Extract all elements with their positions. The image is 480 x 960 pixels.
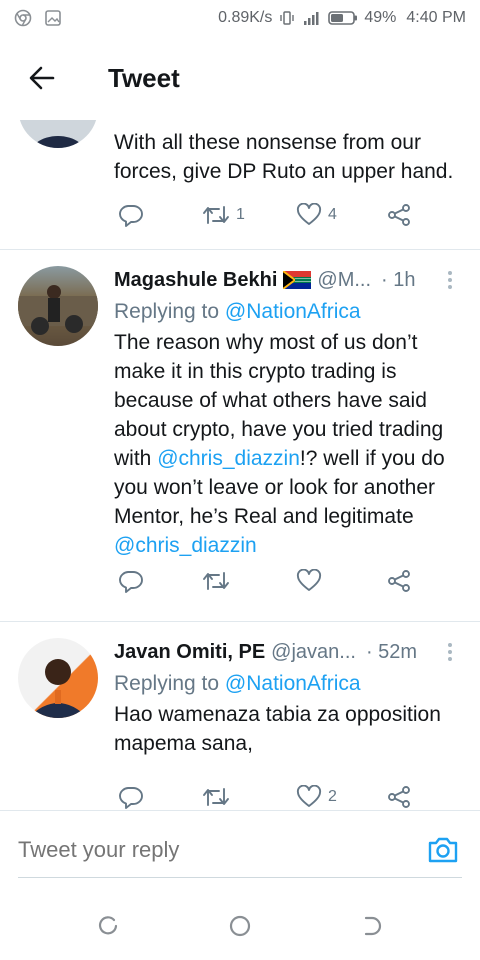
tweet-actions: 2 bbox=[114, 782, 414, 810]
author-handle[interactable]: @javan... bbox=[271, 641, 356, 664]
flag-icon bbox=[283, 271, 312, 289]
like-icon bbox=[296, 785, 322, 807]
recent-apps-icon bbox=[98, 916, 118, 935]
back-nav-button[interactable] bbox=[358, 912, 386, 940]
like-button[interactable] bbox=[296, 569, 322, 593]
tweet-item[interactable]: Magashule Bekhi @M... · 1h Replying to @… bbox=[0, 250, 480, 622]
app-bar: Tweet bbox=[0, 36, 480, 120]
more-options-button[interactable] bbox=[438, 266, 462, 294]
like-count: 4 bbox=[328, 206, 337, 223]
mention-link[interactable]: @chris_diazzin bbox=[157, 447, 300, 470]
tweet-actions bbox=[114, 566, 414, 596]
tweet-time[interactable]: · 1h bbox=[381, 269, 415, 292]
tweet-meta: Magashule Bekhi @M... · 1h bbox=[114, 266, 462, 294]
tweet-item[interactable]: Javan Omiti, PE @javan... · 52m Replying… bbox=[0, 622, 480, 810]
like-button[interactable]: 4 bbox=[296, 203, 337, 227]
tweet-item[interactable]: With all these nonsense from our forces,… bbox=[0, 112, 480, 250]
reply-input[interactable] bbox=[18, 833, 418, 867]
avatar[interactable] bbox=[18, 638, 98, 718]
reply-to-mention[interactable]: @NationAfrica bbox=[225, 672, 361, 695]
tweet-text: The reason why most of us don’t make it … bbox=[114, 328, 462, 560]
home-icon bbox=[229, 915, 251, 937]
system-nav-bar bbox=[0, 890, 480, 960]
more-options-button[interactable] bbox=[438, 638, 462, 666]
avatar[interactable] bbox=[18, 266, 98, 346]
share-icon bbox=[388, 570, 410, 592]
more-vertical-icon bbox=[448, 643, 452, 661]
reply-button[interactable] bbox=[118, 785, 144, 809]
tweet-text: With all these nonsense from our forces,… bbox=[114, 131, 454, 183]
share-button[interactable] bbox=[386, 203, 412, 227]
tweet-time[interactable]: · 52m bbox=[366, 641, 417, 664]
reply-button[interactable] bbox=[118, 203, 144, 227]
status-bar: 0.89K/s 49% 4:40 PM bbox=[0, 0, 480, 36]
reply-icon bbox=[119, 787, 143, 809]
retweet-icon bbox=[203, 788, 229, 806]
share-icon bbox=[388, 204, 410, 226]
recent-apps-button[interactable] bbox=[94, 912, 122, 940]
like-button[interactable]: 2 bbox=[296, 785, 337, 809]
tweet-text: Hao wamenaza tabia za opposition mapema … bbox=[114, 703, 441, 755]
share-button[interactable] bbox=[386, 785, 412, 809]
tweet-actions: 1 4 bbox=[114, 200, 414, 230]
like-count: 2 bbox=[328, 788, 337, 805]
network-speed: 0.89K/s bbox=[218, 9, 273, 26]
reply-to-line: Replying to @NationAfrica bbox=[114, 670, 462, 698]
like-icon bbox=[296, 569, 322, 591]
signal-icon bbox=[302, 10, 322, 26]
back-arrow-icon bbox=[29, 66, 55, 90]
vibrate-icon bbox=[278, 9, 296, 27]
reply-to-mention[interactable]: @NationAfrica bbox=[225, 300, 361, 323]
back-nav-icon bbox=[364, 916, 382, 936]
reply-prefix: Replying to bbox=[114, 672, 220, 695]
reply-to-line: Replying to @NationAfrica bbox=[114, 298, 462, 326]
author-name[interactable]: Javan Omiti, PE bbox=[114, 641, 265, 664]
retweet-button[interactable] bbox=[202, 785, 230, 809]
share-button[interactable] bbox=[386, 569, 412, 593]
tweet-meta: Javan Omiti, PE @javan... · 52m bbox=[114, 638, 462, 666]
reply-underline bbox=[18, 877, 462, 878]
home-button[interactable] bbox=[226, 912, 254, 940]
reply-button[interactable] bbox=[118, 569, 144, 593]
reply-prefix: Replying to bbox=[114, 300, 220, 323]
reply-icon bbox=[119, 205, 143, 227]
retweet-button[interactable]: 1 bbox=[202, 203, 245, 227]
tweet-feed[interactable]: With all these nonsense from our forces,… bbox=[0, 112, 480, 810]
back-button[interactable] bbox=[12, 48, 72, 108]
reply-composer bbox=[0, 810, 480, 890]
retweet-icon bbox=[203, 206, 229, 224]
chrome-icon bbox=[14, 9, 32, 27]
like-icon bbox=[296, 203, 322, 225]
mention-link[interactable]: @chris_diazzin bbox=[114, 534, 257, 557]
gallery-icon bbox=[44, 9, 62, 27]
retweet-icon bbox=[203, 572, 229, 590]
page-title: Tweet bbox=[108, 62, 180, 93]
camera-button[interactable] bbox=[426, 833, 460, 867]
battery-icon bbox=[328, 10, 358, 26]
share-icon bbox=[388, 786, 410, 808]
retweet-count: 1 bbox=[236, 206, 245, 223]
author-handle[interactable]: @M... bbox=[317, 269, 371, 292]
camera-icon bbox=[428, 837, 458, 863]
reply-icon bbox=[119, 571, 143, 593]
battery-percent: 49% bbox=[364, 9, 397, 26]
author-name[interactable]: Magashule Bekhi bbox=[114, 269, 277, 292]
more-vertical-icon bbox=[448, 271, 452, 289]
clock: 4:40 PM bbox=[406, 9, 466, 26]
retweet-button[interactable] bbox=[202, 569, 230, 593]
